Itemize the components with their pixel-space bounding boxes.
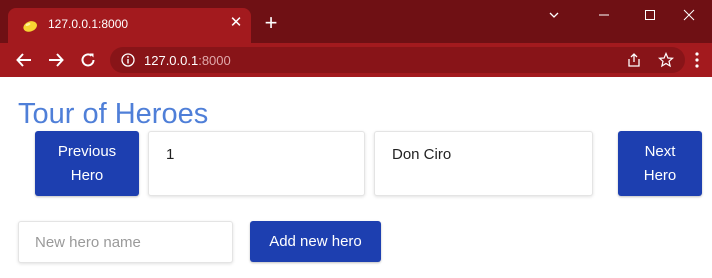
- hero-name-field[interactable]: Don Ciro: [374, 131, 593, 196]
- bookmark-star-icon[interactable]: [658, 52, 674, 68]
- add-new-hero-label: Add new hero: [269, 232, 362, 250]
- close-icon[interactable]: ✕: [227, 14, 245, 32]
- previous-hero-label: Previous Hero: [57, 142, 117, 184]
- favicon: [23, 21, 37, 32]
- reload-icon[interactable]: [76, 48, 100, 72]
- minimize-icon[interactable]: [581, 0, 627, 30]
- add-new-hero-button[interactable]: Add new hero: [250, 221, 381, 262]
- share-icon[interactable]: [626, 52, 642, 68]
- tab-title: 127.0.0.1:8000: [48, 17, 129, 31]
- hero-id-field[interactable]: 1: [148, 131, 365, 196]
- tab-search-icon[interactable]: [531, 0, 577, 30]
- previous-hero-button[interactable]: Previous Hero: [35, 131, 139, 196]
- url-host: 127.0.0.1: [144, 53, 199, 68]
- new-hero-name-input[interactable]: [18, 221, 233, 263]
- menu-icon[interactable]: [691, 51, 703, 69]
- page-content: Tour of Heroes Previous Hero 1 Don Ciro …: [0, 78, 712, 278]
- hero-id-value: 1: [166, 146, 175, 163]
- forward-icon[interactable]: [44, 48, 68, 72]
- next-hero-button[interactable]: Next Hero: [618, 131, 702, 196]
- browser-tab[interactable]: 127.0.0.1:8000 ✕: [8, 8, 251, 43]
- next-hero-label: Next Hero: [643, 142, 677, 184]
- site-info-icon[interactable]: [121, 53, 135, 67]
- page-title: Tour of Heroes: [18, 98, 209, 130]
- window-close-icon[interactable]: [666, 0, 712, 30]
- browser-title-bar: 127.0.0.1:8000 ✕ +: [0, 0, 712, 43]
- browser-toolbar: 127.0.0.1:8000: [0, 43, 712, 77]
- url-text[interactable]: 127.0.0.1:8000: [144, 53, 231, 68]
- hero-name-value: Don Ciro: [392, 146, 452, 163]
- back-icon[interactable]: [12, 48, 36, 72]
- url-port: :8000: [198, 53, 231, 68]
- new-tab-icon[interactable]: +: [259, 11, 283, 35]
- address-bar[interactable]: 127.0.0.1:8000: [110, 47, 685, 73]
